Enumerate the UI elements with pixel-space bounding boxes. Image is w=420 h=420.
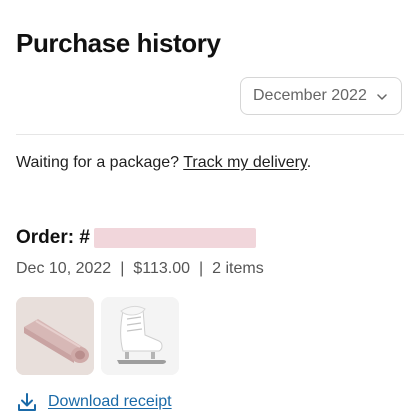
- delivery-notice-suffix: .: [306, 154, 312, 171]
- product-thumbnail-yoga-mat[interactable]: [16, 297, 94, 375]
- download-receipt-label: Download receipt: [48, 393, 172, 410]
- track-delivery-link[interactable]: Track my delivery: [183, 154, 307, 171]
- meta-separator: |: [199, 260, 204, 277]
- product-thumbnail-ice-skate[interactable]: [101, 297, 179, 375]
- delivery-notice-text: Waiting for a package?: [16, 154, 184, 171]
- order-item-count: 2 items: [212, 260, 264, 277]
- order-total: $113.00: [133, 260, 190, 277]
- ice-skate-image: [101, 297, 179, 375]
- download-icon: [18, 393, 36, 411]
- chevron-down-icon: [377, 94, 387, 100]
- page-title: Purchase history: [16, 28, 221, 58]
- order-date: Dec 10, 2022: [16, 260, 112, 277]
- yoga-mat-image: [16, 297, 94, 375]
- order-heading: Order: #: [16, 227, 256, 249]
- order-meta: Dec 10, 2022 | $113.00 | 2 items: [16, 260, 264, 278]
- order-number-redacted: [93, 228, 256, 248]
- month-select[interactable]: December 2022: [240, 77, 402, 115]
- delivery-notice: Waiting for a package? Track my delivery…: [16, 154, 311, 172]
- download-receipt-link[interactable]: Download receipt: [16, 391, 172, 413]
- order-number-label: Order: #: [16, 227, 90, 248]
- month-select-value: December 2022: [253, 87, 367, 104]
- meta-separator: |: [120, 260, 125, 277]
- divider: [16, 134, 404, 135]
